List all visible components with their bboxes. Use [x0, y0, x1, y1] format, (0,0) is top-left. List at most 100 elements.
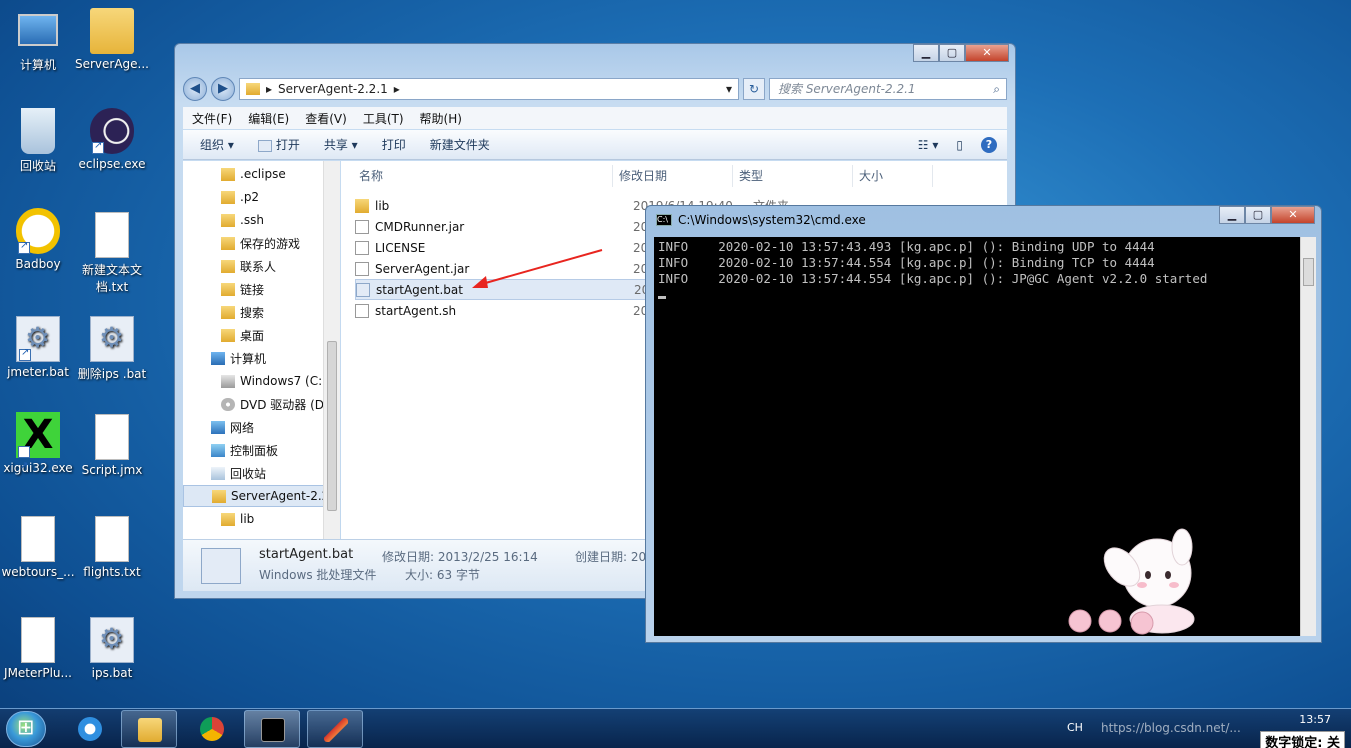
- nav-item-ssh[interactable]: .ssh: [221, 209, 264, 231]
- search-input[interactable]: 搜索 ServerAgent-2.2.1 ⌕: [769, 78, 1007, 100]
- desktop-icon-new-text-file[interactable]: 新建文本文档.txt: [74, 212, 150, 295]
- column-header-date[interactable]: 修改日期: [613, 165, 733, 187]
- cmd-caption-buttons: ▁ ▢ ✕: [1219, 206, 1315, 224]
- desktop-icon-computer[interactable]: 计算机: [0, 8, 76, 73]
- nav-item-drive-c[interactable]: Windows7 (C:: [221, 370, 322, 392]
- taskbar-explorer-button[interactable]: [121, 710, 177, 748]
- clock-time[interactable]: 13:57: [1299, 713, 1331, 726]
- console-scrollbar[interactable]: [1300, 237, 1316, 636]
- nav-item-contacts[interactable]: 联系人: [221, 255, 276, 277]
- desktop-icon-flights-txt[interactable]: flights.txt: [74, 516, 150, 579]
- preview-pane-icon[interactable]: ▯: [956, 138, 963, 152]
- taskbar: CH https://blog.csdn.net/... 13:57 数字锁定:…: [0, 708, 1351, 748]
- menu-view[interactable]: 查看(V): [305, 110, 347, 127]
- scrollbar-thumb[interactable]: [1303, 258, 1314, 286]
- menu-tools[interactable]: 工具(T): [363, 110, 404, 127]
- taskbar-cmd-button[interactable]: [244, 710, 300, 748]
- bunny-sticker-image: [1068, 528, 1195, 635]
- desktop-icon-label: ServerAge...: [74, 57, 149, 71]
- batch-file-icon: [90, 316, 134, 362]
- organize-button[interactable]: 组织 ▾: [200, 136, 234, 153]
- menu-edit[interactable]: 编辑(E): [248, 110, 289, 127]
- nav-item-label: 保存的游戏: [240, 236, 301, 251]
- desktop-icon-label: 计算机: [19, 58, 56, 72]
- open-button[interactable]: 打开: [257, 136, 300, 153]
- navigation-scrollbar[interactable]: [323, 161, 340, 539]
- nav-item-control-panel[interactable]: 控制面板: [211, 439, 278, 461]
- taskbar-chrome-button[interactable]: [184, 710, 240, 748]
- taskbar-feather-button[interactable]: [307, 710, 363, 748]
- computer-icon: [18, 14, 58, 46]
- maximize-button[interactable]: ▢: [939, 44, 965, 62]
- desktop-icon-webtours[interactable]: webtours_...: [0, 516, 76, 579]
- help-icon[interactable]: ?: [981, 136, 997, 153]
- nav-item-searches[interactable]: 搜索: [221, 301, 264, 323]
- address-bar[interactable]: ▸ ServerAgent-2.2.1 ▸ ▾: [239, 78, 739, 100]
- java-file-icon: [21, 617, 55, 663]
- maximize-button[interactable]: ▢: [1245, 206, 1271, 224]
- nav-item-eclipse[interactable]: .eclipse: [221, 163, 286, 185]
- nav-item-recycle-bin[interactable]: 回收站: [211, 462, 266, 484]
- column-header-type[interactable]: 类型: [733, 165, 853, 187]
- file-icon: [95, 414, 129, 460]
- nav-item-label: ServerAgent-2.2: [231, 489, 330, 503]
- address-dropdown[interactable]: ▾: [726, 82, 732, 96]
- nav-item-p2[interactable]: .p2: [221, 186, 259, 208]
- view-options-icon[interactable]: ☷ ▾: [918, 138, 939, 152]
- cmd-title-bar[interactable]: C:\ C:\Windows\system32\cmd.exe: [656, 213, 866, 227]
- desktop-icon-jmeter-bat[interactable]: jmeter.bat: [0, 316, 76, 379]
- nav-item-computer[interactable]: 计算机: [211, 347, 266, 369]
- nav-item-dvd-drive[interactable]: DVD 驱动器 (D: [221, 393, 324, 415]
- column-header-name[interactable]: 名称: [353, 165, 613, 187]
- column-header-size[interactable]: 大小: [853, 165, 933, 187]
- nav-item-serveragent[interactable]: ServerAgent-2.2: [183, 485, 333, 507]
- start-button[interactable]: [6, 711, 46, 747]
- desktop-icon-recycle-bin[interactable]: 回收站: [0, 108, 76, 174]
- print-button[interactable]: 打印: [382, 136, 406, 153]
- desktop-icon-badboy[interactable]: Badboy: [0, 208, 76, 271]
- menu-help[interactable]: 帮助(H): [420, 110, 462, 127]
- console-output[interactable]: INFO 2020-02-10 13:57:43.493 [kg.apc.p] …: [654, 237, 1300, 636]
- nav-item-label: 链接: [240, 282, 265, 297]
- search-icon[interactable]: ⌕: [993, 79, 1000, 99]
- desktop-icon-label: eclipse.exe: [78, 157, 146, 171]
- menu-file[interactable]: 文件(F): [192, 110, 232, 127]
- minimize-button[interactable]: ▁: [1219, 206, 1245, 224]
- folder-icon: [221, 236, 235, 250]
- cmd-window: C:\ C:\Windows\system32\cmd.exe ▁ ▢ ✕ IN…: [645, 205, 1322, 643]
- control-panel-icon: [211, 443, 225, 457]
- scrollbar-thumb[interactable]: [327, 341, 337, 511]
- batch-file-icon: [201, 548, 241, 584]
- nav-item-label: 桌面: [240, 328, 265, 343]
- minimize-button[interactable]: ▁: [913, 44, 939, 62]
- input-language-indicator[interactable]: CH: [1067, 721, 1083, 734]
- desktop-icon-serveragent-folder[interactable]: ServerAge...: [74, 8, 150, 71]
- forward-button[interactable]: ▶: [211, 77, 235, 101]
- shortcut-arrow-icon: [18, 240, 30, 254]
- desktop-icon-delete-ips-bat[interactable]: 删除ips .bat: [74, 316, 150, 382]
- desktop-icon-ips-bat[interactable]: ips.bat: [74, 617, 150, 680]
- x-logo-icon: X: [16, 412, 60, 490]
- refresh-button[interactable]: ↻: [743, 78, 765, 100]
- desktop-icon-eclipse[interactable]: eclipse.exe: [74, 108, 150, 171]
- nav-item-links[interactable]: 链接: [221, 278, 264, 300]
- text-file-icon: [95, 516, 129, 562]
- close-button[interactable]: ✕: [965, 44, 1009, 62]
- new-folder-button[interactable]: 新建文件夹: [430, 136, 490, 153]
- desktop-icon-label: 新建文本文档.txt: [81, 263, 142, 294]
- share-button[interactable]: 共享 ▾: [324, 136, 358, 153]
- nav-item-label: lib: [240, 512, 255, 526]
- nav-item-lib[interactable]: lib: [221, 508, 254, 530]
- desktop-icon-jmeter-plugins[interactable]: JMeterPlu...: [0, 617, 76, 680]
- nav-item-saved-games[interactable]: 保存的游戏: [221, 232, 300, 254]
- close-button[interactable]: ✕: [1271, 206, 1315, 224]
- nav-item-network[interactable]: 网络: [211, 416, 254, 438]
- nav-item-desktop[interactable]: 桌面: [221, 324, 264, 346]
- desktop-icon-script-jmx[interactable]: Script.jmx: [74, 414, 150, 477]
- taskbar-ie-button[interactable]: [62, 710, 118, 748]
- breadcrumb-current[interactable]: ServerAgent-2.2.1: [278, 82, 388, 96]
- command-bar: 组织 ▾ 打开 共享 ▾ 打印 新建文件夹 ☷ ▾ ▯ ?: [183, 130, 1007, 160]
- desktop-icon-xigui32[interactable]: X xigui32.exe: [0, 412, 76, 490]
- back-button[interactable]: ◀: [183, 77, 207, 101]
- contacts-icon: [221, 259, 235, 273]
